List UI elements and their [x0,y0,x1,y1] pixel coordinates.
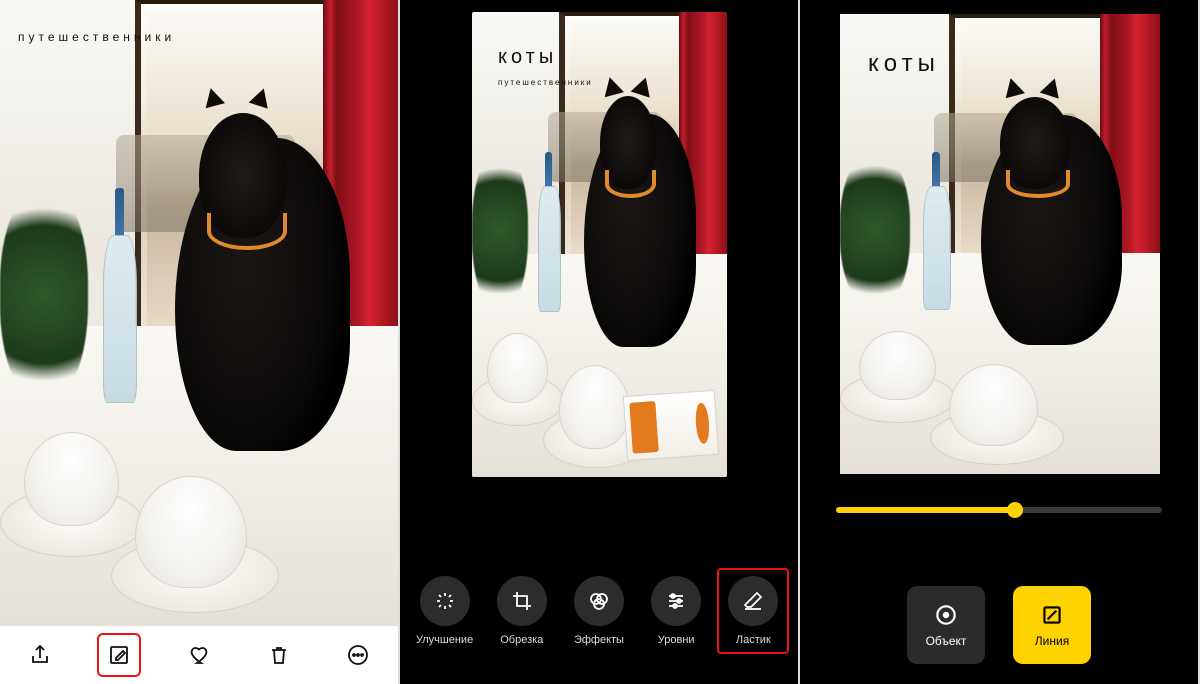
sliders-icon [664,589,688,613]
tool-label: Уровни [658,634,695,646]
eraser-mode-row: Объект Линия [800,586,1198,664]
photo-caption: путешественники [18,30,175,44]
edit-tools-row: Улучшение Обрезка Эффекты Уровни Ластик [400,556,798,666]
favorite-button[interactable] [177,633,221,677]
eraser-icon [741,589,765,613]
tool-label: Ластик [736,634,771,646]
photo-preview[interactable]: путешественники [0,0,398,626]
tool-crop[interactable]: Обрезка [486,576,558,646]
mode-object-button[interactable]: Объект [907,586,985,664]
viewer-panel: путешественники [0,0,400,684]
share-button[interactable] [18,633,62,677]
trash-icon [267,643,291,667]
viewer-toolbar [0,626,398,684]
more-icon [346,643,370,667]
tool-enhance[interactable]: Улучшение [409,576,481,646]
more-button[interactable] [336,633,380,677]
eraser-panel: коты Объект Линия [800,0,1200,684]
mode-line-button[interactable]: Линия [1013,586,1091,664]
mode-label: Линия [1035,634,1069,648]
tool-label: Эффекты [574,634,624,646]
line-icon [1039,602,1065,628]
brush-size-slider[interactable] [836,502,1162,518]
photo-title: коты [498,46,557,69]
slider-track [836,507,1162,513]
share-icon [28,643,52,667]
tool-eraser[interactable]: Ластик [717,568,789,654]
delete-button[interactable] [257,633,301,677]
tool-effects[interactable]: Эффекты [563,576,635,646]
edit-panel: коты путешественники Улучшение Обрезка Э… [400,0,800,684]
photo-title: коты [868,50,940,78]
heart-icon [187,643,211,667]
tool-label: Обрезка [500,634,543,646]
photo-eraser-preview[interactable]: коты [840,14,1160,474]
photo-subtitle: путешественники [498,78,593,87]
crop-icon [510,589,534,613]
edit-button[interactable] [97,633,141,677]
photo-edit-preview[interactable]: коты путешественники [472,12,727,477]
tool-levels[interactable]: Уровни [640,576,712,646]
sparkle-icon [433,589,457,613]
mode-label: Объект [926,634,967,648]
slider-thumb[interactable] [1007,502,1023,518]
edit-icon [107,643,131,667]
tool-label: Улучшение [416,634,473,646]
target-icon [933,602,959,628]
effects-icon [587,589,611,613]
